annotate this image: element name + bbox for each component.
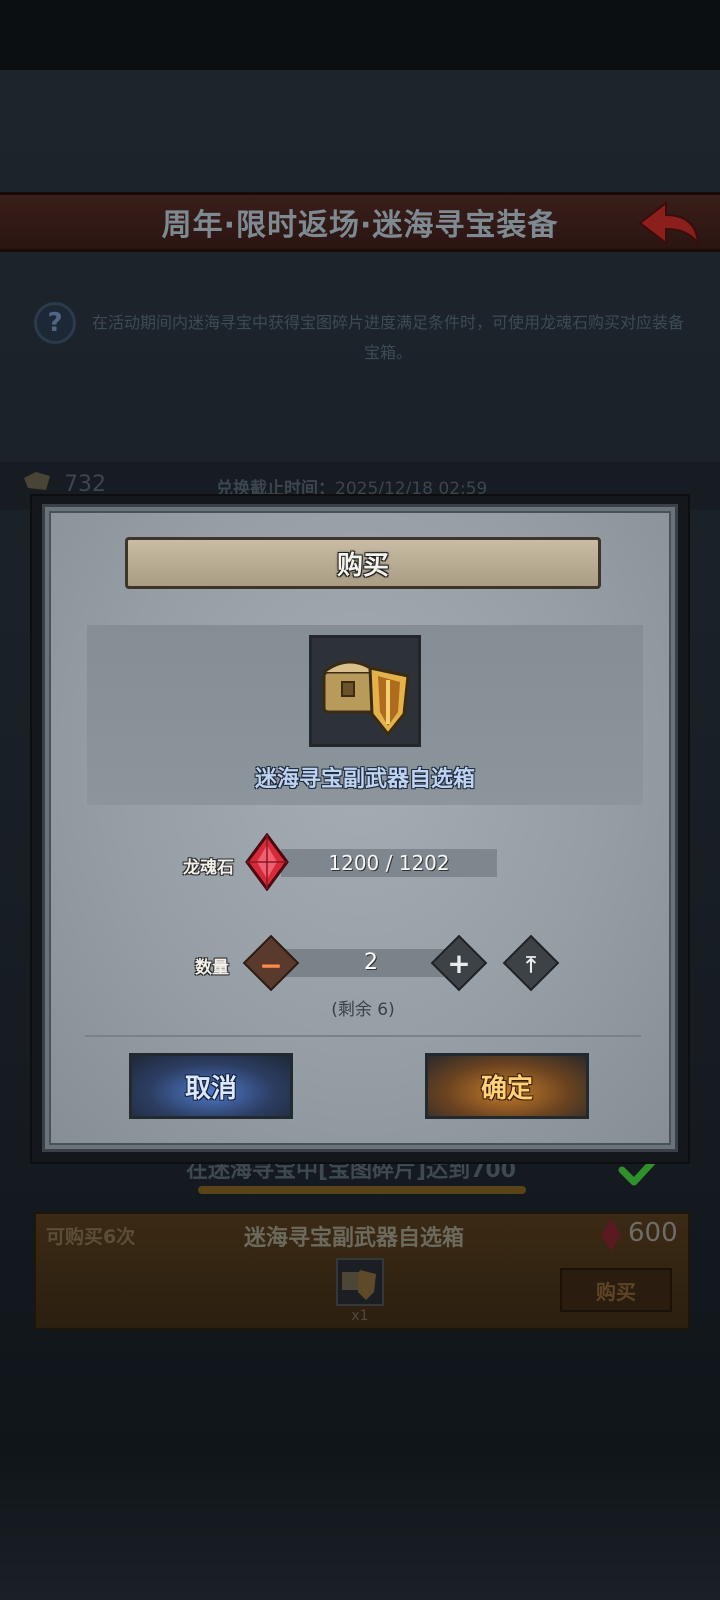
dialog-title: 购买: [336, 550, 389, 581]
red-gem-icon: [245, 833, 289, 891]
currency-value: 1200 / 1202: [328, 851, 450, 875]
chest-shield-icon: [322, 660, 410, 737]
quantity-row: 数量 2 − + ⤒: [45, 931, 681, 992]
card-item-slot[interactable]: [336, 1258, 384, 1306]
purchase-dialog: 购买 迷海寻宝副武器自选箱 龙魂石 1200 / 1202 数量 2 − + ⤒…: [42, 504, 678, 1152]
condition-progress: [198, 1186, 526, 1194]
minus-icon[interactable]: −: [251, 945, 291, 985]
item-panel: 迷海寻宝副武器自选箱: [87, 625, 643, 805]
info-text: 在活动期间内迷海寻宝中获得宝图碎片进度满足条件时，可使用龙魂石购买对应装备宝箱。: [91, 313, 684, 362]
card-buy-button[interactable]: 购买: [560, 1268, 672, 1312]
chest-shield-icon: [342, 1270, 376, 1300]
red-gem-icon: [601, 1219, 621, 1251]
max-icon[interactable]: ⤒: [511, 945, 551, 985]
remaining-count: (剩余 6): [331, 1000, 395, 1020]
map-fragment-icon: [24, 472, 50, 490]
dialog-title-bar: 购买: [125, 537, 601, 589]
card-name: 迷海寻宝副武器自选箱: [244, 1226, 465, 1251]
card-limit: 可购买6次: [46, 1226, 136, 1248]
cancel-button[interactable]: 取消: [129, 1053, 293, 1119]
plus-icon[interactable]: +: [439, 943, 479, 983]
card-price: 600: [628, 1218, 678, 1248]
item-name: 迷海寻宝副武器自选箱: [254, 767, 475, 792]
currency-bar: 1200 / 1202: [281, 849, 497, 877]
game-screen: 周年·限时返场·迷海寻宝装备 ? 在活动期间内迷海寻宝中获得宝图碎片进度满足条件…: [0, 0, 720, 1600]
help-icon[interactable]: ?: [34, 302, 76, 344]
page-title: 周年·限时返场·迷海寻宝装备: [161, 208, 559, 243]
quantity-label: 数量: [195, 958, 229, 978]
purchase-dialog-frame: 购买 迷海寻宝副武器自选箱 龙魂石 1200 / 1202 数量 2 − + ⤒…: [30, 494, 690, 1164]
currency-row: 龙魂石 1200 / 1202: [45, 833, 681, 893]
back-arrow-icon[interactable]: [636, 199, 702, 249]
shop-card: 可购买6次 迷海寻宝副武器自选箱 600 x1 购买: [34, 1212, 690, 1330]
card-item-qty: x1: [351, 1308, 369, 1324]
header-bar: 周年·限时返场·迷海寻宝装备: [0, 192, 720, 252]
item-icon-box: [309, 635, 421, 747]
currency-label: 龙魂石: [183, 858, 234, 878]
info-row: ? 在活动期间内迷海寻宝中获得宝图碎片进度满足条件时，可使用龙魂石购买对应装备宝…: [34, 300, 694, 380]
confirm-button[interactable]: 确定: [425, 1053, 589, 1119]
divider: [85, 1035, 641, 1037]
